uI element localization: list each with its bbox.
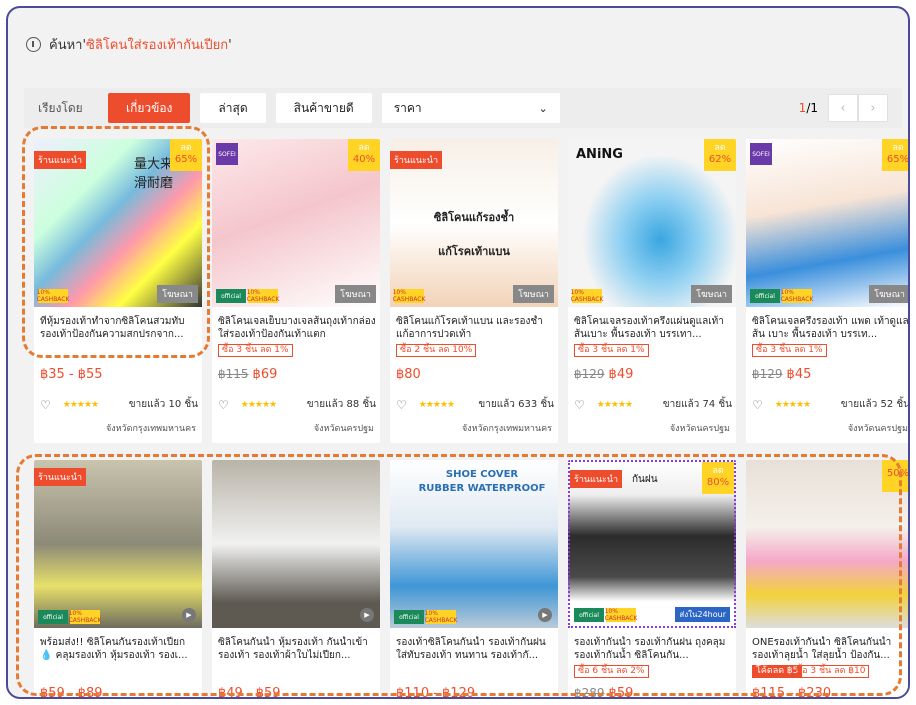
sold-count: ขายแล้ว 52 ชิ้น [840,399,910,410]
product-card[interactable]: SOFEI ลด 65% official 10% CASHBACK โฆษณา ซ… [746,139,910,443]
original-price: ฿129 [574,367,605,381]
shop-location: จังหวัดนครปฐม [847,424,908,434]
product-meta: ♡ ★★★★★ ขายแล้ว 52 ชิ้น [752,397,910,412]
search-heading-text: ค้นหา'ซิลิโคนใส่รองเท้ากันเปียก' [49,38,232,53]
rating-stars: ★★★★★ [596,399,633,410]
sold-count: ขายแล้ว 10 ชิ้น [128,399,198,410]
brand-logo: SOFEI [750,143,772,165]
sold-count: ขายแล้ว 633 ชิ้น [478,399,554,410]
chevron-right-icon: › [870,100,876,116]
product-meta: ♡ ★★★★★ ขายแล้ว 10 ชิ้น [40,397,198,412]
official-cashback-badges: official 10% CASHBACK [750,289,813,303]
sort-price-label: ราคา [393,100,422,115]
sort-top-sales-button[interactable]: สินค้าขายดี [275,93,372,123]
product-card[interactable]: SOFEI ลด 40% official 10% CASHBACK โฆษณา ซ… [212,139,380,443]
original-price: ฿129 [752,367,783,381]
shop-location: จังหวัดกรุงเทพมหานคร [105,424,196,434]
discount-badge: ลด 40% [348,139,380,171]
product-meta: ♡ ★★★★★ ขายแล้ว 74 ชิ้น [574,397,732,412]
heart-icon[interactable]: ♡ [752,398,763,412]
chevron-left-icon: ‹ [840,100,846,116]
product-image: ANiNG ลด 62% 10% CASHBACK โฆษณา [568,139,736,307]
next-page-button[interactable]: › [858,94,888,122]
sold-count: ขายแล้ว 74 ชิ้น [662,399,732,410]
product-image: SOFEI ลด 65% official 10% CASHBACK โฆษณา [746,139,908,307]
product-meta: ♡ ★★★★★ ขายแล้ว 88 ชิ้น [218,397,376,412]
product-price: ฿129 ฿49 [574,367,634,382]
promo-tag: ซื้อ 2 ชิ้น ลด 10% [396,344,477,357]
promo-tag: ซื้อ 3 ชิ้น ลด 1% [574,344,649,357]
lightbulb-icon [26,37,41,52]
ad-label: โฆษณา [869,285,908,303]
product-meta: ♡ ★★★★★ ขายแล้ว 633 ชิ้น [396,397,554,412]
image-caption: ซิลิโคนแก้รองช้ำ แก้โรคเท้าแบน [433,211,515,258]
discount-badge: ลด 65% [882,139,908,171]
sort-label: เรียงโดย [38,100,83,115]
product-name: ซิลิโคนเจลเย็บบางเจลส้นถุงเท้ากล่องใส่รอ… [218,316,376,340]
product-image: SOFEI ลด 40% official 10% CASHBACK โฆษณา [212,139,380,307]
sort-price-select[interactable]: ราคา ⌄ [381,93,560,123]
rating-stars: ★★★★★ [774,399,811,410]
sold-count: ขายแล้ว 88 ชิ้น [306,399,376,410]
heart-icon[interactable]: ♡ [40,398,51,412]
sort-latest-button[interactable]: ล่าสุด [200,93,266,123]
ad-label: โฆษณา [335,285,376,303]
rating-stars: ★★★★★ [418,399,455,410]
heart-icon[interactable]: ♡ [396,398,407,412]
mini-pager: 1/1 ‹ › [799,94,888,122]
shop-location: จังหวัดกรุงเทพมหานคร [461,424,552,434]
brand-logo: SOFEI [216,143,238,165]
product-price: ฿129 ฿45 [752,367,812,382]
product-image: ร้านแนะนำ ซิลิโคนแก้รองช้ำ แก้โรคเท้าแบน… [390,139,558,307]
product-card[interactable]: ร้านแนะนำ ซิลิโคนแก้รองช้ำ แก้โรคเท้าแบน… [390,139,558,443]
cashback-badge: 10% CASHBACK [570,289,604,303]
product-card[interactable]: ANiNG ลด 62% 10% CASHBACK โฆษณา ซิลิโคนเจ… [568,139,736,443]
product-name: ซิลิโคนเจลรองเท้าครึ่งแผ่นดูแลเท้าส้นเบา… [574,316,724,340]
product-name: ซิลิโคนแก้โรคเท้าแบน และรองช้ำแก้อาการปว… [396,316,543,340]
product-price: ฿35 - ฿55 [40,367,103,382]
ad-label: โฆษณา [691,285,732,303]
page-frame: ค้นหา'ซิลิโคนใส่รองเท้ากันเปียก' เรียงโด… [6,6,910,699]
highlight-outline-first-product [22,126,210,358]
heart-icon[interactable]: ♡ [574,398,585,412]
shop-location: จังหวัดนครปฐม [313,424,374,434]
discount-badge: ลด 62% [704,139,736,171]
product-price: ฿115 ฿69 [218,367,278,382]
official-cashback-badges: official 10% CASHBACK [216,289,279,303]
chevron-down-icon: ⌄ [538,101,548,115]
sort-bar: เรียงโดย เกี่ยวข้อง ล่าสุด สินค้าขายดี ร… [24,88,902,128]
product-name: ซิลิโคนเจลครึ่งรองเท้า แพด เท้าดูแล ส้น … [752,316,909,340]
promo-tag: ซื้อ 3 ชิ้น ลด 1% [752,344,827,357]
page-indicator: 1/1 [798,101,818,115]
ad-label: โฆษณา [513,285,554,303]
promo-tag: ซื้อ 3 ชิ้น ลด 1% [218,344,293,357]
prev-page-button[interactable]: ‹ [828,94,858,122]
product-price: ฿80 [396,367,421,382]
cashback-badge: 10% CASHBACK [392,289,426,303]
brand-logo: ANiNG [576,147,623,162]
search-result-heading: ค้นหา'ซิลิโคนใส่รองเท้ากันเปียก' [26,34,232,55]
heart-icon[interactable]: ♡ [218,398,229,412]
sort-relevance-button[interactable]: เกี่ยวข้อง [108,93,191,123]
rating-stars: ★★★★★ [240,399,277,410]
shop-location: จังหวัดนครปฐม [669,424,730,434]
original-price: ฿115 [218,367,249,381]
rating-stars: ★★★★★ [62,399,99,410]
recommended-badge: ร้านแนะนำ [390,151,443,169]
search-keyword: ซิลิโคนใส่รองเท้ากันเปียก [86,38,229,53]
highlight-outline-second-row [16,454,902,696]
